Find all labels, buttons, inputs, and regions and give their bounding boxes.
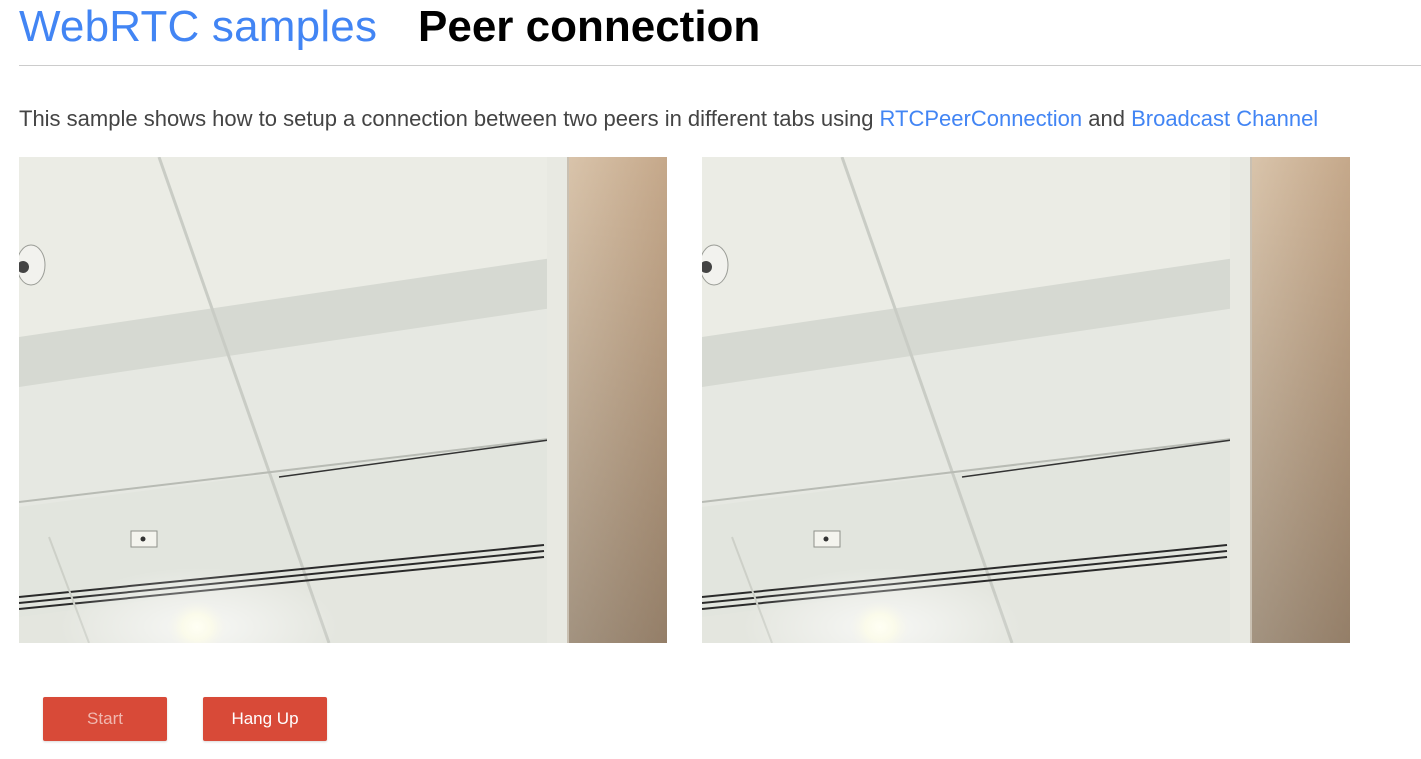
remote-video <box>702 157 1350 643</box>
description-text-between: and <box>1082 106 1132 131</box>
site-title-link[interactable]: WebRTC samples <box>19 0 377 54</box>
description-text-before: This sample shows how to setup a connect… <box>19 106 880 131</box>
sample-description: This sample shows how to setup a connect… <box>19 105 1318 133</box>
page-title: Peer connection <box>418 2 761 51</box>
page-container: WebRTC samples Peer connection This samp… <box>19 0 1421 741</box>
page-header: WebRTC samples Peer connection <box>19 0 1421 66</box>
broadcast-channel-link[interactable]: Broadcast Channel <box>1131 106 1318 131</box>
hang-up-button[interactable]: Hang Up <box>203 697 327 741</box>
start-button[interactable]: Start <box>43 697 167 741</box>
local-video <box>19 157 667 643</box>
rtcpeerconnection-link[interactable]: RTCPeerConnection <box>880 106 1083 131</box>
